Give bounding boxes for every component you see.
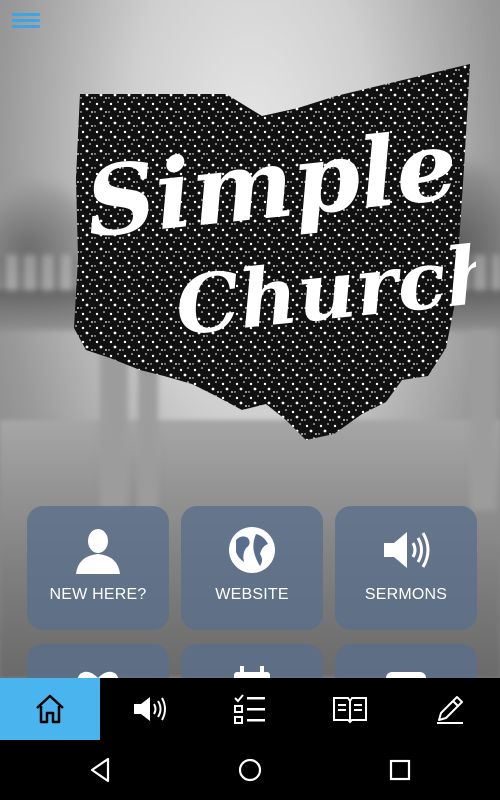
tab-sermons[interactable] <box>100 678 200 740</box>
pencil-icon <box>437 696 463 724</box>
tile-give[interactable] <box>27 644 169 678</box>
home-nav-button[interactable] <box>230 752 270 788</box>
tile-website[interactable]: WEBSITE <box>181 506 323 630</box>
book-icon <box>333 697 367 724</box>
home-screen: Simple Church NEW HERE? WEBSITE SERMONS <box>0 0 500 678</box>
checklist-icon <box>234 694 265 724</box>
android-nav-bar <box>0 740 500 800</box>
tile-label: NEW HERE? <box>49 586 147 603</box>
tab-notes[interactable] <box>400 678 500 740</box>
home-icon <box>36 694 64 724</box>
bottom-tab-bar <box>0 678 500 740</box>
recents-square-icon <box>389 759 411 781</box>
speaker-icon <box>384 532 430 568</box>
recents-button[interactable] <box>380 752 420 788</box>
person-icon <box>76 529 120 574</box>
back-button[interactable] <box>80 752 120 788</box>
simple-church-logo: Simple Church <box>74 64 476 440</box>
tab-home[interactable] <box>0 678 100 740</box>
tile-label: SERMONS <box>364 586 448 603</box>
tablet-icon <box>386 672 426 678</box>
tab-checklist[interactable] <box>200 678 300 740</box>
tile-events[interactable] <box>181 644 323 678</box>
tile-sermons[interactable]: SERMONS <box>335 506 477 630</box>
heart-icon <box>77 671 119 678</box>
back-triangle-icon <box>90 757 110 783</box>
tab-bible[interactable] <box>300 678 400 740</box>
calendar-icon <box>234 666 270 678</box>
home-circle-icon <box>238 758 262 782</box>
speaker-icon <box>134 697 166 721</box>
tile-new-here[interactable]: NEW HERE? <box>27 506 169 630</box>
tile-more[interactable] <box>335 644 477 678</box>
tile-label: WEBSITE <box>215 586 289 603</box>
globe-icon <box>229 527 275 573</box>
hamburger-menu-button[interactable] <box>12 10 40 34</box>
